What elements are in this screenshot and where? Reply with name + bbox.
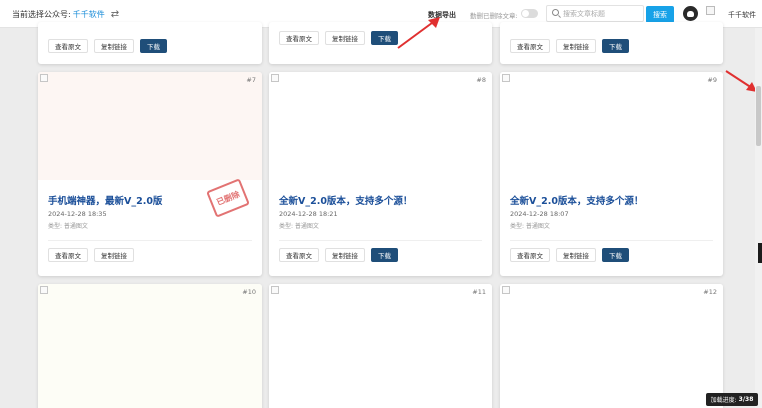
card-date: 2024-12-28 18:07 xyxy=(510,210,569,218)
divider xyxy=(48,240,252,241)
search-icon xyxy=(552,9,559,16)
copy-link-button[interactable]: 复制链接 xyxy=(556,248,596,262)
download-button[interactable]: 下载 xyxy=(371,248,398,262)
article-card: #8 全新V_2.0版本，支持多个源！ 2024-12-28 18:21 类型:… xyxy=(269,72,492,276)
copy-link-button[interactable]: 复制链接 xyxy=(556,39,596,53)
card-number: #12 xyxy=(703,288,717,296)
card-image[interactable] xyxy=(269,284,492,408)
card-number: #10 xyxy=(242,288,256,296)
article-card: 查看原文 复制链接 下载 xyxy=(500,22,723,64)
article-card: #12 xyxy=(500,284,723,408)
card-number: #11 xyxy=(472,288,486,296)
account-name[interactable]: 千千软件 xyxy=(73,9,105,20)
side-tab[interactable] xyxy=(758,243,762,263)
search-button[interactable]: 搜索 xyxy=(646,6,674,23)
card-date: 2024-12-28 18:21 xyxy=(279,210,338,218)
article-card: #11 xyxy=(269,284,492,408)
loading-progress: 加载进度: 3/38 xyxy=(706,393,758,406)
toggle-label: 勤删已删除文章: xyxy=(470,12,518,20)
broken-image-icon xyxy=(271,286,279,294)
scrollbar-thumb[interactable] xyxy=(756,86,761,146)
card-number: #7 xyxy=(246,76,256,84)
copy-link-button[interactable]: 复制链接 xyxy=(325,248,365,262)
article-card: #7 手机端神器，最新V_2.0版 2024-12-28 18:35 类型: 普… xyxy=(38,72,262,276)
card-image[interactable] xyxy=(269,72,492,180)
card-actions: 查看原文 复制链接 xyxy=(48,248,140,262)
card-actions: 查看原文 复制链接 下载 xyxy=(510,248,635,262)
card-title[interactable]: 手机端神器，最新V_2.0版 xyxy=(48,193,162,207)
deleted-articles-toggle[interactable] xyxy=(521,9,538,18)
card-category: 类型: 普通图文 xyxy=(510,223,550,230)
article-card: #9 全新V_2.0版本，支持多个源！ 2024-12-28 18:07 类型:… xyxy=(500,72,723,276)
copy-link-button[interactable]: 复制链接 xyxy=(325,31,365,45)
copy-link-button[interactable]: 复制链接 xyxy=(94,39,134,53)
progress-value: 3/38 xyxy=(738,396,754,403)
divider xyxy=(279,240,482,241)
account-label: 当前选择公众号: xyxy=(12,10,71,19)
card-date: 2024-12-28 18:35 xyxy=(48,210,107,218)
card-actions: 查看原文 复制链接 下载 xyxy=(279,31,404,45)
card-category: 类型: 普通图文 xyxy=(48,223,88,230)
progress-label: 加载进度: xyxy=(710,397,737,404)
card-number: #8 xyxy=(476,76,486,84)
user-name: 千千软件 xyxy=(728,11,756,19)
card-image[interactable] xyxy=(500,284,723,408)
article-card: 查看原文 复制链接 下载 xyxy=(269,22,492,64)
card-actions: 查看原文 复制链接 下载 xyxy=(48,39,173,53)
scrollbar[interactable] xyxy=(755,28,762,408)
github-icon[interactable] xyxy=(683,6,698,21)
divider xyxy=(510,240,713,241)
card-title[interactable]: 全新V_2.0版本，支持多个源！ xyxy=(279,193,412,207)
annotation-arrow-export xyxy=(397,17,440,49)
article-card: #10 xyxy=(38,284,262,408)
card-number: #9 xyxy=(707,76,717,84)
card-title[interactable]: 全新V_2.0版本，支持多个源！ xyxy=(510,193,643,207)
account-selector: 当前选择公众号: 千千软件 ⇄ xyxy=(12,9,119,20)
copy-link-button[interactable]: 复制链接 xyxy=(94,248,134,262)
search-box xyxy=(546,5,644,22)
search-input[interactable] xyxy=(563,8,641,19)
card-actions: 查看原文 复制链接 下载 xyxy=(279,248,404,262)
view-original-button[interactable]: 查看原文 xyxy=(279,31,319,45)
view-original-button[interactable]: 查看原文 xyxy=(48,248,88,262)
broken-image-icon xyxy=(502,286,510,294)
card-image[interactable] xyxy=(38,72,262,180)
broken-image-icon xyxy=(271,74,279,82)
download-button[interactable]: 下载 xyxy=(140,39,167,53)
view-original-button[interactable]: 查看原文 xyxy=(510,39,550,53)
broken-image-icon xyxy=(40,74,48,82)
download-button[interactable]: 下载 xyxy=(602,248,629,262)
card-image[interactable] xyxy=(500,72,723,180)
view-original-button[interactable]: 查看原文 xyxy=(48,39,88,53)
broken-image-icon xyxy=(40,286,48,294)
card-category: 类型: 普通图文 xyxy=(279,223,319,230)
swap-icon[interactable]: ⇄ xyxy=(111,9,119,19)
deleted-stamp: 已删除 xyxy=(206,178,250,218)
card-actions: 查看原文 复制链接 下载 xyxy=(510,39,635,53)
broken-image-icon xyxy=(502,74,510,82)
card-image[interactable] xyxy=(38,284,262,408)
download-button[interactable]: 下载 xyxy=(602,39,629,53)
view-original-button[interactable]: 查看原文 xyxy=(510,248,550,262)
view-original-button[interactable]: 查看原文 xyxy=(279,248,319,262)
article-card: 查看原文 复制链接 下载 xyxy=(38,22,262,64)
avatar xyxy=(706,6,715,15)
